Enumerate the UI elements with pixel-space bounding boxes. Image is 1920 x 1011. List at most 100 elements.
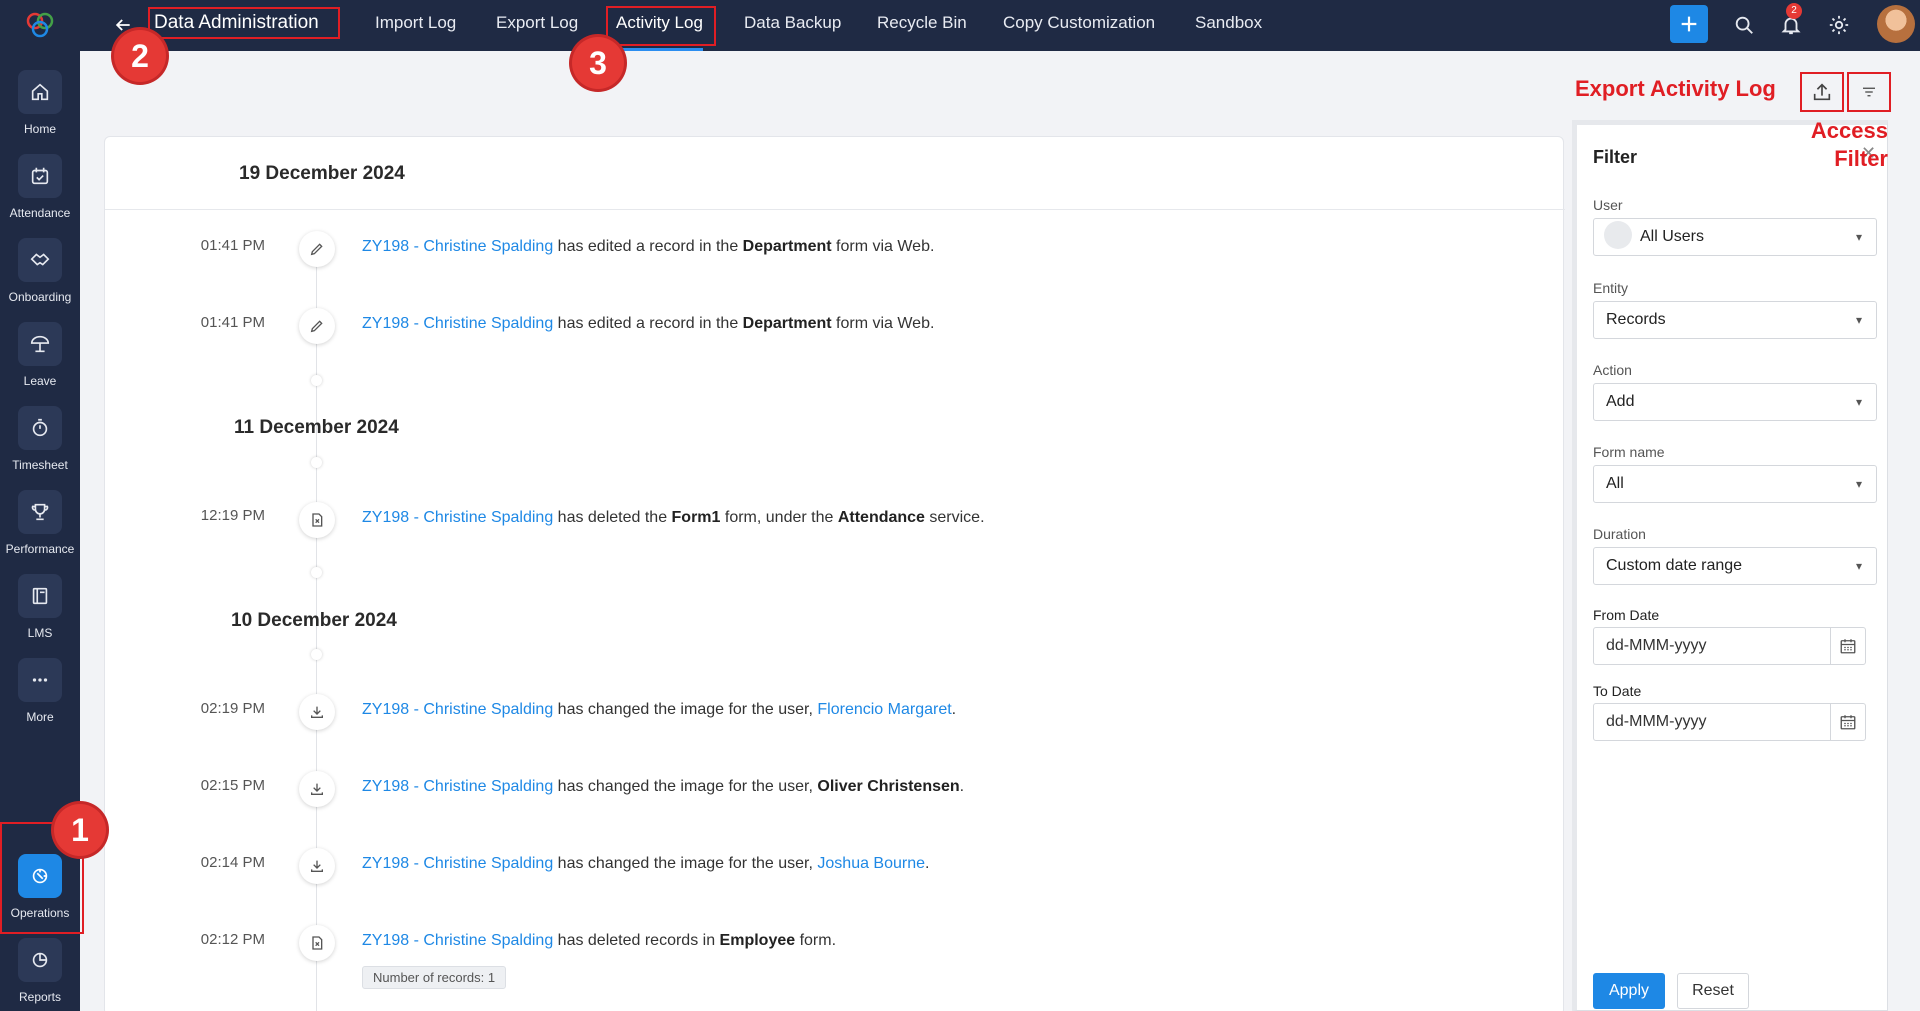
user-link[interactable]: ZY198 - Christine Spalding bbox=[362, 238, 553, 255]
trophy-icon bbox=[18, 490, 62, 534]
to-date-input[interactable]: dd-MMM-yyyy bbox=[1593, 703, 1831, 741]
calendar-icon[interactable] bbox=[1830, 703, 1866, 741]
annotation-filter-label-2: Filter bbox=[1834, 146, 1888, 171]
sidebar-item-more[interactable]: More bbox=[0, 646, 80, 730]
activity-log-panel: 19 December 2024 01:41 PM ZY198 - Christ… bbox=[104, 136, 1565, 1011]
filter-panel: Filter ✕ User All Users ▾ Entity Records… bbox=[1572, 120, 1888, 1011]
entry-text: . bbox=[959, 778, 965, 795]
tab-copy-customization[interactable]: Copy Customization bbox=[1003, 0, 1155, 51]
entry-bold: Department bbox=[742, 315, 832, 332]
app-logo[interactable] bbox=[24, 8, 56, 40]
timeline-dot bbox=[311, 649, 322, 660]
tab-recycle-bin[interactable]: Recycle Bin bbox=[877, 0, 967, 51]
entry-text: has changed the image for the user, bbox=[553, 855, 818, 872]
entry-text: form. bbox=[795, 932, 837, 949]
entry-text: form, under the bbox=[720, 509, 838, 526]
chevron-down-icon: ▾ bbox=[1855, 395, 1862, 409]
timeline-dot bbox=[311, 567, 322, 578]
entry-text: form via Web. bbox=[831, 238, 935, 255]
tab-sandbox[interactable]: Sandbox bbox=[1195, 0, 1262, 51]
user-link[interactable]: ZY198 - Christine Spalding bbox=[362, 701, 553, 718]
book-icon bbox=[18, 574, 62, 618]
annotation-box-title bbox=[148, 7, 340, 39]
sidebar-item-timesheet[interactable]: Timesheet bbox=[0, 394, 80, 478]
duration-label: Duration bbox=[1593, 526, 1646, 542]
user-link[interactable]: ZY198 - Christine Spalding bbox=[362, 855, 553, 872]
duration-select[interactable]: Custom date range ▾ bbox=[1593, 547, 1877, 585]
sidebar-item-onboarding[interactable]: Onboarding bbox=[0, 226, 80, 310]
user-link[interactable]: Florencio Margaret bbox=[817, 701, 951, 718]
entry-text: service. bbox=[924, 509, 985, 526]
apply-button[interactable]: Apply bbox=[1593, 973, 1665, 1009]
sidebar-item-label: Onboarding bbox=[8, 290, 72, 304]
sidebar-item-label: Performance bbox=[5, 542, 75, 556]
handshake-icon bbox=[18, 238, 62, 282]
action-select[interactable]: Add ▾ bbox=[1593, 383, 1877, 421]
from-date-label: From Date bbox=[1593, 607, 1660, 623]
sidebar-item-label: More bbox=[26, 710, 54, 724]
annotation-export-label: Export Activity Log bbox=[1575, 76, 1776, 101]
sidebar-item-label: Reports bbox=[18, 990, 62, 1004]
sidebar-item-leave[interactable]: Leave bbox=[0, 310, 80, 394]
sidebar-item-performance[interactable]: Performance bbox=[0, 478, 80, 562]
from-date-input[interactable]: dd-MMM-yyyy bbox=[1593, 627, 1831, 665]
sidebar-item-home[interactable]: Home bbox=[0, 58, 80, 142]
chevron-down-icon: ▾ bbox=[1855, 477, 1862, 491]
tab-data-backup[interactable]: Data Backup bbox=[744, 0, 841, 51]
sidebar-item-lms[interactable]: LMS bbox=[0, 562, 80, 646]
pencil-icon bbox=[299, 231, 335, 267]
beach-umbrella-icon bbox=[18, 322, 62, 366]
chevron-down-icon: ▾ bbox=[1855, 313, 1862, 327]
tab-import-log[interactable]: Import Log bbox=[375, 0, 456, 51]
reset-button[interactable]: Reset bbox=[1677, 973, 1749, 1009]
entity-select[interactable]: Records ▾ bbox=[1593, 301, 1877, 339]
tab-export-log[interactable]: Export Log bbox=[496, 0, 578, 51]
user-select[interactable]: All Users ▾ bbox=[1593, 218, 1877, 256]
entry-bold: Department bbox=[742, 238, 832, 255]
user-placeholder-icon bbox=[1604, 221, 1632, 250]
sidebar-item-reports[interactable]: Reports bbox=[0, 926, 80, 1010]
search-icon[interactable] bbox=[1731, 12, 1757, 38]
to-date-label: To Date bbox=[1593, 683, 1642, 699]
calendar-icon[interactable] bbox=[1830, 627, 1866, 665]
timeline-dot bbox=[311, 457, 322, 468]
add-button[interactable] bbox=[1670, 5, 1708, 43]
sidebar-item-label: Timesheet bbox=[12, 458, 68, 472]
list-item: ZY198 - Christine Spalding has edited a … bbox=[362, 238, 934, 256]
entry-time: 02:15 PM bbox=[200, 777, 265, 794]
entry-time: 01:41 PM bbox=[200, 314, 265, 331]
user-link[interactable]: ZY198 - Christine Spalding bbox=[362, 932, 553, 949]
action-label: Action bbox=[1593, 362, 1632, 378]
duration-select-value: Custom date range bbox=[1606, 557, 1743, 574]
user-select-value: All Users bbox=[1640, 228, 1705, 245]
sidebar-item-label: Home bbox=[23, 122, 56, 136]
export-activity-log-button[interactable] bbox=[1800, 72, 1844, 112]
user-link[interactable]: ZY198 - Christine Spalding bbox=[362, 778, 553, 795]
sidebar-item-attendance[interactable]: Attendance bbox=[0, 142, 80, 226]
user-link[interactable]: Joshua Bourne bbox=[817, 855, 925, 872]
action-select-value: Add bbox=[1606, 393, 1635, 410]
list-item: ZY198 - Christine Spalding has changed t… bbox=[362, 855, 929, 873]
user-avatar[interactable] bbox=[1877, 5, 1915, 43]
form-name-select[interactable]: All ▾ bbox=[1593, 465, 1877, 503]
chevron-down-icon: ▾ bbox=[1855, 559, 1862, 573]
user-link[interactable]: ZY198 - Christine Spalding bbox=[362, 509, 553, 526]
pie-chart-icon bbox=[18, 938, 62, 982]
list-item: ZY198 - Christine Spalding has changed t… bbox=[362, 701, 956, 719]
annotation-number-3: 3 bbox=[572, 37, 624, 89]
form-name-select-value: All bbox=[1606, 475, 1624, 492]
stopwatch-icon bbox=[18, 406, 62, 450]
entry-bold: Employee bbox=[719, 932, 796, 949]
entry-bold: Attendance bbox=[837, 509, 925, 526]
pencil-icon bbox=[299, 308, 335, 344]
entry-bold: Form1 bbox=[671, 509, 721, 526]
entry-time: 02:19 PM bbox=[200, 700, 265, 717]
filter-title: Filter bbox=[1593, 147, 1638, 167]
filter-toggle-button[interactable] bbox=[1847, 72, 1891, 112]
date-heading: 10 December 2024 bbox=[231, 610, 397, 631]
gear-icon[interactable] bbox=[1826, 12, 1852, 38]
user-link[interactable]: ZY198 - Christine Spalding bbox=[362, 315, 553, 332]
user-label: User bbox=[1593, 197, 1623, 213]
entry-text: has deleted the bbox=[553, 509, 672, 526]
entry-text: has changed the image for the user, bbox=[553, 778, 818, 795]
